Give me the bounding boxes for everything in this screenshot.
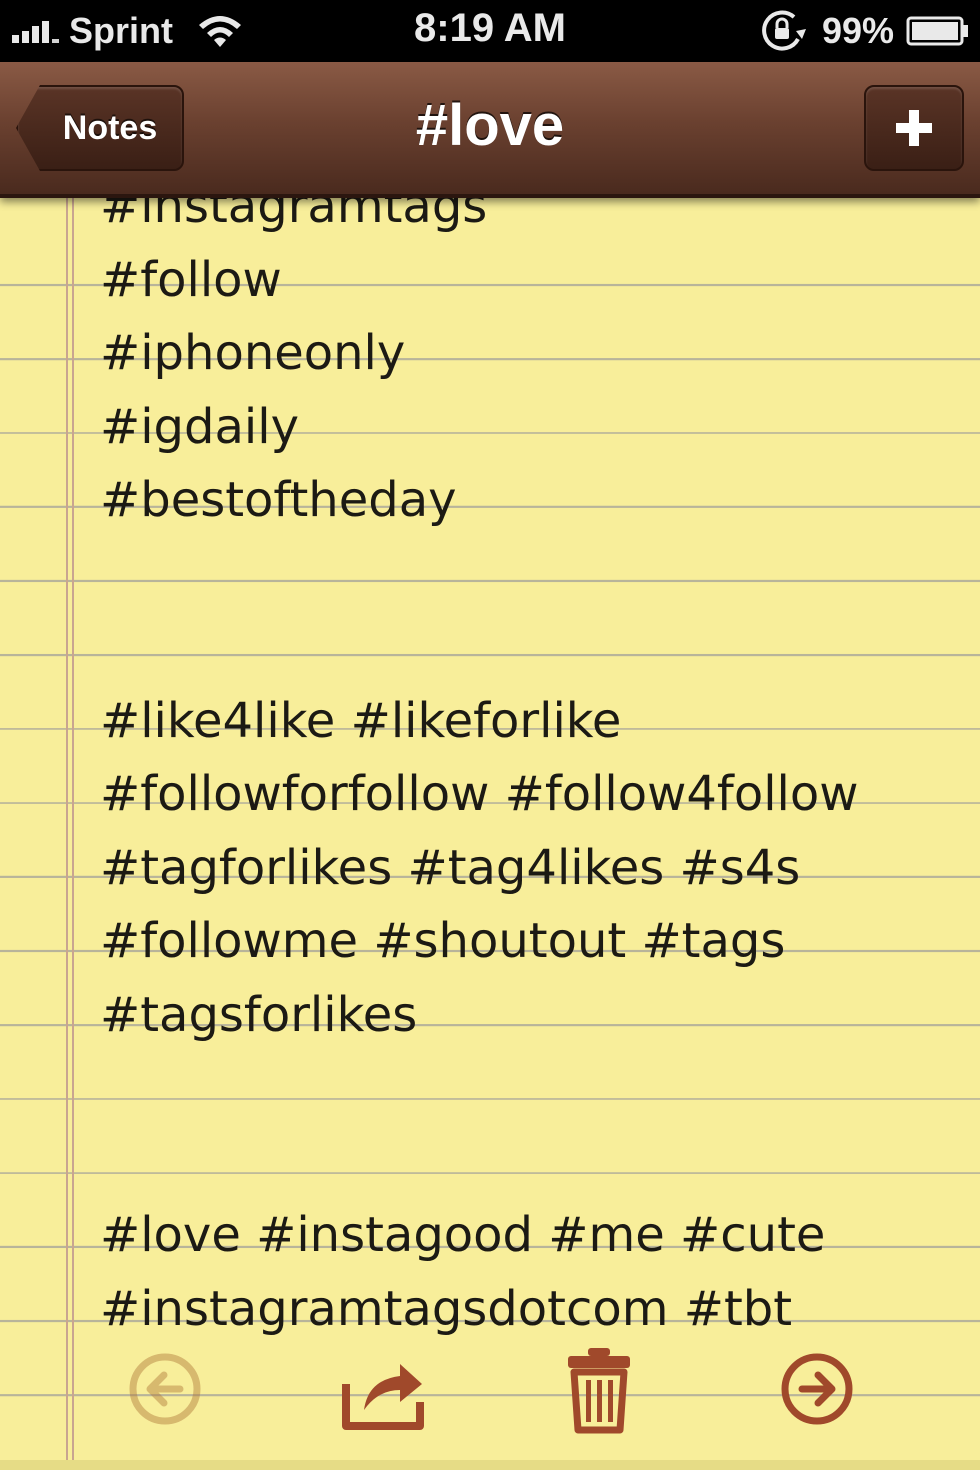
note-line: #bestoftheday — [100, 472, 457, 528]
navigation-bar: Notes #love — [0, 62, 980, 198]
note-title: #love — [415, 93, 565, 158]
arrow-right-circle-icon — [781, 1353, 853, 1425]
note-line: #igdaily — [100, 398, 299, 455]
margin-line — [72, 198, 74, 1470]
note-line: #tagforlikes #tag4likes #s4s — [100, 839, 801, 896]
note-line — [100, 1126, 960, 1200]
delete-button[interactable] — [554, 1344, 644, 1434]
margin-line — [66, 198, 68, 1470]
note-line: #instagramtags — [100, 198, 488, 234]
status-right: 99% — [758, 10, 970, 52]
note-body[interactable]: #instagramtags #follow #iphoneonly #igda… — [100, 198, 960, 1346]
note-line: #followforfollow #follow4follow — [100, 766, 859, 822]
rotation-lock-icon — [762, 10, 806, 51]
share-button[interactable] — [338, 1344, 428, 1434]
bottom-toolbar — [0, 1330, 980, 1450]
note-line — [100, 1052, 960, 1126]
trash-icon — [568, 1348, 630, 1434]
note-line — [100, 538, 960, 612]
battery-icon — [906, 16, 968, 46]
note-line: #followme #shoutout #tags — [100, 913, 786, 969]
note-line: #tagsforlikes — [100, 986, 418, 1043]
status-bar: Sprint 8:19 AM 99% — [0, 0, 980, 62]
paper-bottom-edge — [0, 1460, 980, 1470]
note-line: #love #instagood #me #cute — [100, 1207, 826, 1263]
note-paper[interactable]: #instagramtags #follow #iphoneonly #igda… — [0, 198, 980, 1470]
next-note-button[interactable] — [772, 1344, 862, 1434]
share-icon — [342, 1364, 424, 1430]
previous-note-button[interactable] — [120, 1344, 210, 1434]
note-line — [100, 611, 960, 685]
battery-percent: 99% — [821, 10, 894, 51]
note-line: #like4like #likeforlike — [100, 692, 622, 749]
plus-icon — [896, 110, 932, 146]
arrow-left-circle-icon — [129, 1353, 201, 1425]
add-note-button[interactable] — [864, 85, 964, 171]
note-line: #iphoneonly — [100, 325, 406, 381]
note-line: #follow — [100, 251, 282, 308]
